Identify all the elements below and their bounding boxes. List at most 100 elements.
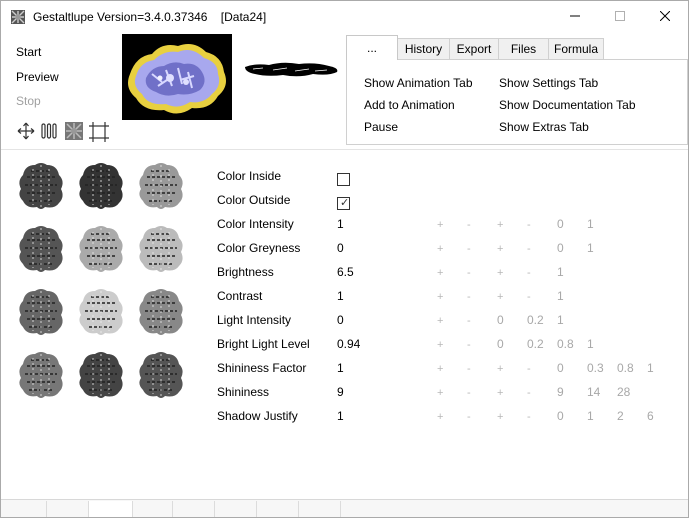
preset-value-button[interactable]: 0 (557, 409, 564, 423)
property-value[interactable]: 6.5 (337, 265, 354, 279)
color-preset-thumbnail[interactable] (75, 285, 127, 337)
preset-value-button[interactable]: 28 (617, 385, 630, 399)
pause-link[interactable]: Pause (364, 120, 398, 134)
tab-export[interactable]: Export (449, 38, 499, 59)
show-documentation-tab-link[interactable]: Show Documentation Tab (499, 98, 636, 112)
increment-button[interactable]: + (437, 411, 443, 423)
property-value[interactable]: 1 (337, 361, 344, 375)
show-settings-tab-link[interactable]: Show Settings Tab (499, 76, 598, 90)
preset-value-button[interactable]: 0 (557, 241, 564, 255)
increment-button[interactable]: + (497, 291, 503, 303)
increment-button[interactable]: + (497, 243, 503, 255)
increment-button[interactable]: + (497, 411, 503, 423)
increment-button[interactable]: + (497, 267, 503, 279)
color-preset-thumbnail[interactable] (135, 222, 187, 274)
preset-value-button[interactable]: 1 (587, 337, 594, 351)
increment-button[interactable]: + (437, 339, 443, 351)
preset-value-button[interactable]: 2 (617, 409, 624, 423)
increment-button[interactable]: + (497, 363, 503, 375)
decrement-button[interactable]: - (527, 291, 531, 303)
preset-value-button[interactable]: 0 (557, 361, 564, 375)
property-checkbox[interactable]: ✓ (337, 197, 350, 210)
fractal-icon[interactable] (65, 122, 83, 140)
start-link[interactable]: Start (16, 45, 41, 59)
increment-button[interactable]: + (497, 387, 503, 399)
decrement-button[interactable]: - (467, 387, 471, 399)
increment-button[interactable]: + (437, 291, 443, 303)
decrement-button[interactable]: - (467, 339, 471, 351)
add-to-animation-link[interactable]: Add to Animation (364, 98, 455, 112)
increment-button[interactable]: + (437, 387, 443, 399)
tab-more[interactable]: ... (346, 35, 398, 60)
property-value[interactable]: 0.94 (337, 337, 360, 351)
maximize-button[interactable] (597, 1, 643, 33)
decrement-button[interactable]: - (527, 219, 531, 231)
color-preset-thumbnail[interactable] (15, 285, 67, 337)
color-preset-thumbnail[interactable] (135, 159, 187, 211)
property-value[interactable]: 1 (337, 289, 344, 303)
decrement-button[interactable]: - (467, 267, 471, 279)
increment-button[interactable]: + (437, 315, 443, 327)
preset-value-button[interactable]: 6 (647, 409, 654, 423)
preset-value-button[interactable]: 14 (587, 385, 600, 399)
property-value[interactable]: 0 (337, 241, 344, 255)
decrement-button[interactable]: - (527, 411, 531, 423)
color-preset-thumbnail[interactable] (135, 348, 187, 400)
property-value[interactable]: 1 (337, 217, 344, 231)
preset-value-button[interactable]: 1 (557, 265, 564, 279)
show-animation-tab-link[interactable]: Show Animation Tab (364, 76, 473, 90)
preview-link[interactable]: Preview (16, 70, 59, 84)
preset-value-button[interactable]: 0.2 (527, 313, 544, 327)
preset-value-button[interactable]: 1 (557, 313, 564, 327)
color-preset-thumbnail[interactable] (75, 159, 127, 211)
preset-value-button[interactable]: 1 (587, 409, 594, 423)
increment-button[interactable]: + (497, 219, 503, 231)
preset-value-button[interactable]: 0.3 (587, 361, 604, 375)
tab-files[interactable]: Files (498, 38, 549, 59)
preset-value-button[interactable]: 0.2 (527, 337, 544, 351)
preset-value-button[interactable]: 0 (497, 337, 504, 351)
stop-link[interactable]: Stop (16, 94, 41, 108)
increment-button[interactable]: + (437, 219, 443, 231)
crop-frame-icon[interactable] (89, 122, 109, 142)
preset-value-button[interactable]: 1 (587, 241, 594, 255)
minimize-button[interactable] (552, 1, 598, 33)
close-button[interactable] (642, 1, 688, 33)
decrement-button[interactable]: - (467, 363, 471, 375)
preset-value-button[interactable]: 0 (497, 313, 504, 327)
decrement-button[interactable]: - (527, 243, 531, 255)
property-value[interactable]: 1 (337, 409, 344, 423)
preset-value-button[interactable]: 0.8 (617, 361, 634, 375)
increment-button[interactable]: + (437, 267, 443, 279)
increment-button[interactable]: + (437, 363, 443, 375)
decrement-button[interactable]: - (527, 267, 531, 279)
preset-value-button[interactable]: 9 (557, 385, 564, 399)
decrement-button[interactable]: - (527, 363, 531, 375)
property-value[interactable]: 0 (337, 313, 344, 327)
decrement-button[interactable]: - (467, 243, 471, 255)
increment-button[interactable]: + (437, 243, 443, 255)
tab-formula[interactable]: Formula (548, 38, 604, 59)
decrement-button[interactable]: - (467, 219, 471, 231)
color-preset-thumbnail[interactable] (15, 348, 67, 400)
move-arrows-icon[interactable] (17, 122, 35, 140)
decrement-button[interactable]: - (527, 387, 531, 399)
color-preset-thumbnail[interactable] (135, 285, 187, 337)
decrement-button[interactable]: - (467, 315, 471, 327)
property-checkbox[interactable] (337, 173, 350, 186)
tab-history[interactable]: History (397, 38, 450, 59)
show-extras-tab-link[interactable]: Show Extras Tab (499, 120, 589, 134)
columns-icon[interactable] (40, 122, 58, 140)
color-preset-thumbnail[interactable] (15, 222, 67, 274)
color-preset-thumbnail[interactable] (15, 159, 67, 211)
decrement-button[interactable]: - (467, 411, 471, 423)
preset-value-button[interactable]: 0 (557, 217, 564, 231)
property-value[interactable]: 9 (337, 385, 344, 399)
color-preset-thumbnail[interactable] (75, 222, 127, 274)
preset-value-button[interactable]: 0.8 (557, 337, 574, 351)
preset-value-button[interactable]: 1 (587, 217, 594, 231)
decrement-button[interactable]: - (467, 291, 471, 303)
fractal-preview-image[interactable] (122, 34, 232, 120)
preset-value-button[interactable]: 1 (647, 361, 654, 375)
preset-value-button[interactable]: 1 (557, 289, 564, 303)
